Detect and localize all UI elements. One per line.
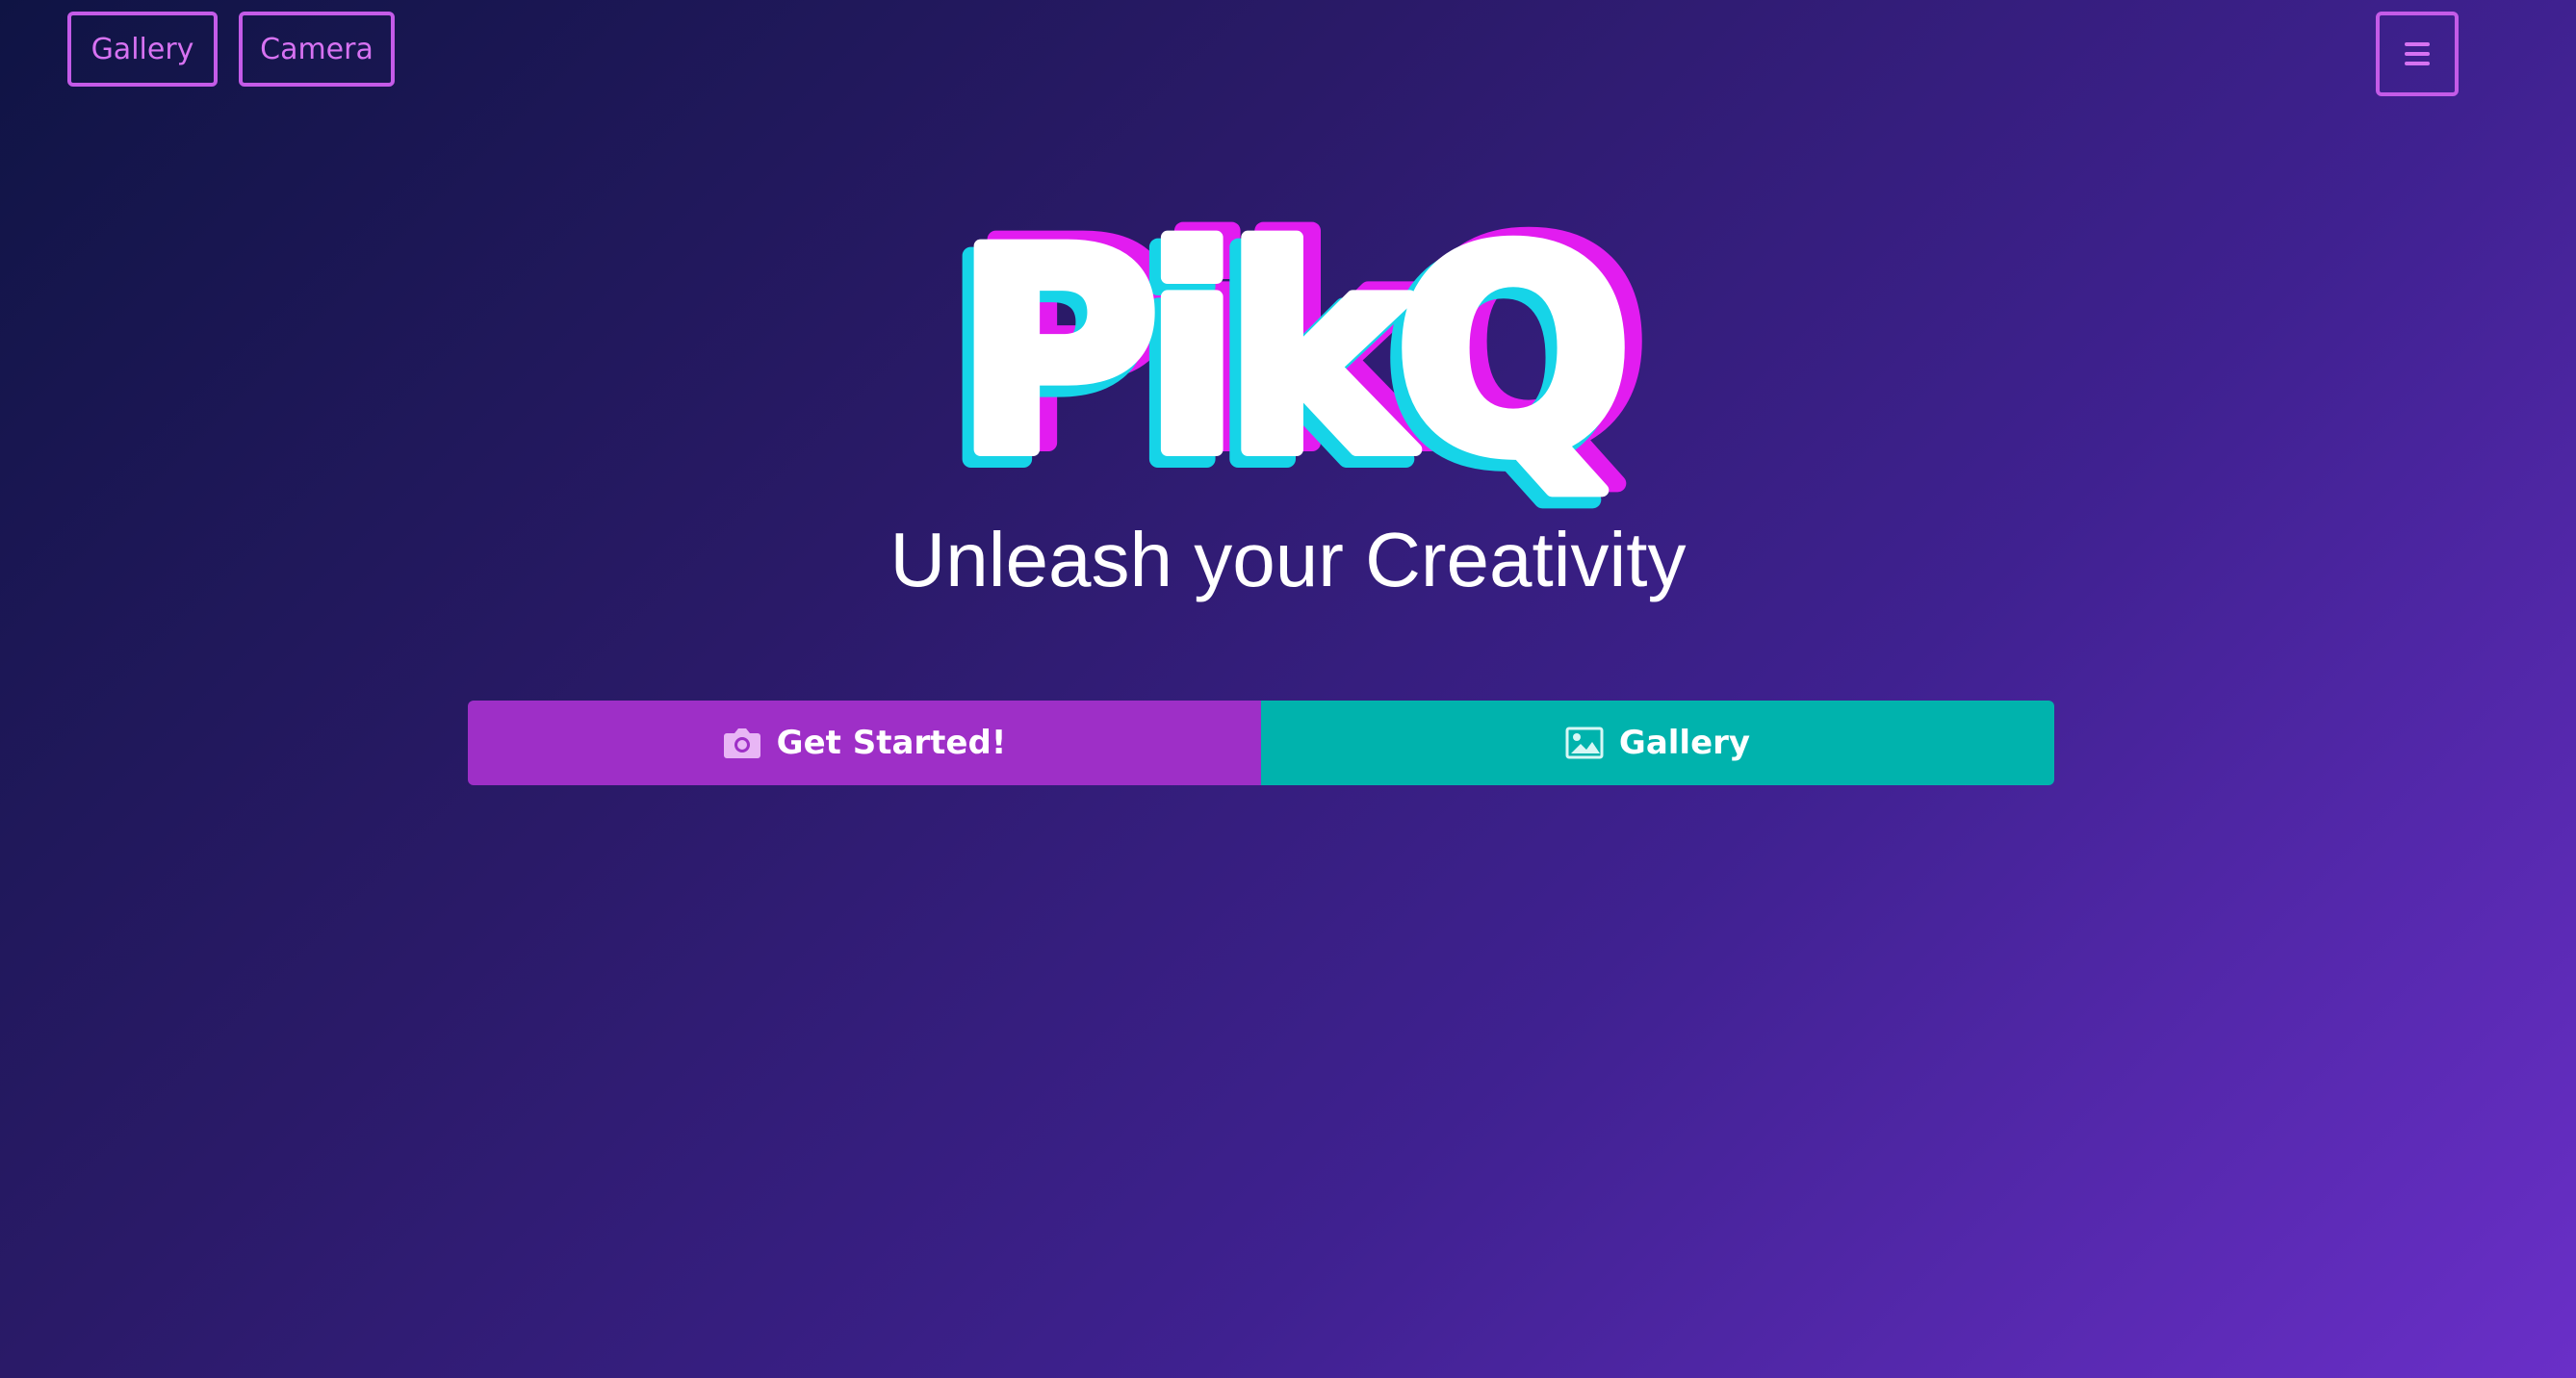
- pikq-logo: PikQ PikQ PikQ: [937, 176, 1661, 534]
- image-icon: [1565, 727, 1604, 759]
- camera-icon: [723, 728, 760, 758]
- get-started-label: Get Started!: [776, 724, 1007, 762]
- gallery-button[interactable]: Gallery: [1261, 701, 2054, 785]
- hamburger-menu-icon: [2405, 42, 2430, 65]
- nav-camera-button[interactable]: Camera: [239, 12, 395, 87]
- gallery-label: Gallery: [1618, 724, 1751, 762]
- nav-gallery-button[interactable]: Gallery: [67, 12, 218, 87]
- menu-button[interactable]: [2376, 12, 2459, 96]
- svg-text:PikQ: PikQ: [955, 191, 1621, 516]
- tagline: Unleash your Creativity: [889, 517, 1687, 602]
- nav-camera-label: Camera: [260, 32, 374, 66]
- nav-gallery-label: Gallery: [90, 32, 194, 66]
- action-button-group: Get Started! Gallery: [468, 701, 2054, 785]
- get-started-button[interactable]: Get Started!: [468, 701, 1261, 785]
